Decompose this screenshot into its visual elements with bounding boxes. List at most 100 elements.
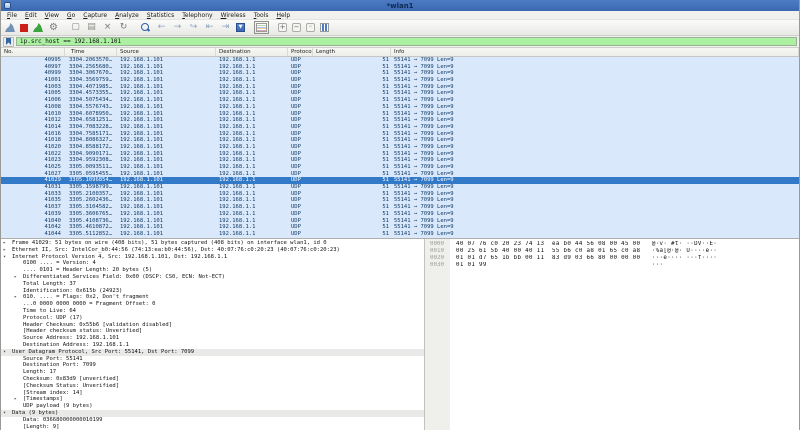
app-icon[interactable]: [4, 2, 11, 9]
filter-bookmark-button[interactable]: [3, 37, 14, 47]
menu-help[interactable]: Help: [272, 12, 294, 19]
detail-line[interactable]: ...0 0000 0000 0000 = Fragment Offset: 0: [1, 301, 424, 308]
packet-row[interactable]: 410353305.2602436…192.168.1.101192.168.1…: [1, 197, 799, 204]
detail-line[interactable]: ▾Internet Protocol Version 4, Src: 192.1…: [1, 254, 424, 261]
open-file-icon[interactable]: ▢: [70, 22, 81, 33]
find-packet-icon[interactable]: [140, 22, 151, 33]
packet-row[interactable]: 410373305.3104582…192.168.1.101192.168.1…: [1, 204, 799, 211]
detail-line[interactable]: Checksum: 0x83d9 [unverified]: [1, 376, 424, 383]
detail-line[interactable]: Source Address: 192.168.1.101: [1, 335, 424, 342]
close-file-icon[interactable]: ×: [102, 22, 113, 33]
packet-row[interactable]: 410423305.4610872…192.168.1.101192.168.1…: [1, 224, 799, 231]
column-header-time[interactable]: Time: [65, 48, 117, 56]
detail-line[interactable]: Header Checksum: 0x55b6 [validation disa…: [1, 322, 424, 329]
detail-line[interactable]: [Checksum Status: Unverified]: [1, 383, 424, 390]
detail-line[interactable]: ▸[Timestamps]: [1, 396, 424, 403]
detail-line[interactable]: Source Port: 55141: [1, 356, 424, 363]
menu-tools[interactable]: Tools: [250, 12, 273, 19]
packet-row[interactable]: 410103304.6078950…192.168.1.101192.168.1…: [1, 111, 799, 118]
menu-statistics[interactable]: Statistics: [143, 12, 178, 19]
packet-row[interactable]: 410083304.5576743…192.168.1.101192.168.1…: [1, 104, 799, 111]
menu-capture[interactable]: Capture: [79, 12, 111, 19]
detail-line[interactable]: ▸Frame 41029: 51 bytes on wire (408 bits…: [1, 240, 424, 247]
detail-line[interactable]: ▾Data (9 bytes): [1, 410, 424, 417]
detail-line[interactable]: ▸Differentiated Services Field: 0x00 (DS…: [1, 274, 424, 281]
packet-row[interactable]: 410143304.7083228…192.168.1.101192.168.1…: [1, 124, 799, 131]
menu-wireless[interactable]: Wireless: [217, 12, 250, 19]
zoom-original-icon[interactable]: ◦: [306, 23, 315, 32]
reload-icon[interactable]: ↻: [118, 22, 129, 33]
detail-line[interactable]: Protocol: UDP (17): [1, 315, 424, 322]
go-forward-icon[interactable]: →: [172, 22, 183, 33]
detail-line[interactable]: Length: 17: [1, 369, 424, 376]
last-packet-icon[interactable]: ⇥: [220, 22, 231, 33]
detail-line[interactable]: ▾User Datagram Protocol, Src Port: 55141…: [1, 349, 424, 356]
menu-go[interactable]: Go: [63, 12, 79, 19]
first-packet-icon[interactable]: ⇤: [204, 22, 215, 33]
stop-capture-icon[interactable]: [20, 24, 28, 32]
hex-line[interactable]: 40 07 76 c0 20 23 74 13 ea b0 44 56 08 0…: [456, 241, 799, 248]
packet-row[interactable]: 410393305.3606765…192.168.1.101192.168.1…: [1, 211, 799, 218]
resize-columns-icon[interactable]: [320, 23, 329, 32]
hex-line[interactable]: 01 01 d7 65 1b bb 00 11 83 d9 03 66 80 0…: [456, 255, 799, 262]
detail-line[interactable]: [Length: 9]: [1, 424, 424, 430]
menu-edit[interactable]: Edit: [21, 12, 41, 19]
column-header-source[interactable]: Source: [117, 48, 216, 56]
column-header-info[interactable]: Info: [391, 48, 799, 56]
column-header-destination[interactable]: Destination: [216, 48, 288, 56]
capture-options-icon[interactable]: ⚙: [48, 22, 59, 33]
expander-open-icon[interactable]: ▾: [3, 410, 6, 417]
detail-line[interactable]: Time to Live: 64: [1, 308, 424, 315]
hex-line[interactable]: 01 01 99 ···: [456, 262, 799, 269]
packet-row[interactable]: 409973304.2565680…192.168.1.101192.168.1…: [1, 64, 799, 71]
packet-row[interactable]: 409953304.2063570…192.168.1.101192.168.1…: [1, 57, 799, 64]
detail-line[interactable]: [Header checksum status: Unverified]: [1, 328, 424, 335]
detail-line[interactable]: 0100 .... = Version: 4: [1, 260, 424, 267]
save-file-icon[interactable]: ▤: [86, 22, 97, 33]
restart-capture-icon[interactable]: [33, 23, 43, 32]
detail-line[interactable]: Identification: 0x615b (24923): [1, 288, 424, 295]
menu-telephony[interactable]: Telephony: [178, 12, 216, 19]
column-header-protocol[interactable]: Protocol: [288, 48, 313, 56]
packet-row[interactable]: 410333305.2100357…192.168.1.101192.168.1…: [1, 191, 799, 198]
packet-row[interactable]: 410253305.0093511…192.168.1.101192.168.1…: [1, 164, 799, 171]
packet-row[interactable]: 410203304.8588172…192.168.1.101192.168.1…: [1, 144, 799, 151]
packet-row-selected[interactable]: 410293305.1096854…192.168.1.101192.168.1…: [1, 177, 799, 184]
zoom-out-icon[interactable]: −: [292, 23, 301, 32]
go-back-icon[interactable]: ←: [156, 22, 167, 33]
packet-row[interactable]: 410013304.3569759…192.168.1.101192.168.1…: [1, 77, 799, 84]
detail-line[interactable]: [Stream index: 14]: [1, 390, 424, 397]
expander-open-icon[interactable]: ▾: [3, 254, 6, 261]
packet-row[interactable]: 410123304.6581251…192.168.1.101192.168.1…: [1, 117, 799, 124]
detail-line[interactable]: ▸010. .... = Flags: 0x2, Don't fragment: [1, 294, 424, 301]
packet-row[interactable]: 410053304.4573355…192.168.1.101192.168.1…: [1, 90, 799, 97]
display-filter-input[interactable]: [16, 37, 797, 46]
packet-row[interactable]: 410443305.5112852…192.168.1.101192.168.1…: [1, 231, 799, 238]
expander-closed-icon[interactable]: ▸: [3, 247, 6, 254]
packet-row[interactable]: 410233304.9592308…192.168.1.101192.168.1…: [1, 157, 799, 164]
go-to-packet-icon[interactable]: ↪: [188, 22, 199, 33]
column-header-no[interactable]: No.: [1, 48, 65, 56]
hex-line[interactable]: 00 25 61 5b 40 00 40 11 55 b6 c0 a8 01 6…: [456, 248, 799, 255]
packet-row[interactable]: 409993304.3067670…192.168.1.101192.168.1…: [1, 70, 799, 77]
menu-analyze[interactable]: Analyze: [111, 12, 143, 19]
packet-row[interactable]: 410183304.8086327…192.168.1.101192.168.1…: [1, 137, 799, 144]
expander-closed-icon[interactable]: ▸: [14, 274, 17, 281]
packet-row[interactable]: 410063304.5075434…192.168.1.101192.168.1…: [1, 97, 799, 104]
detail-line[interactable]: UDP payload (9 bytes): [1, 403, 424, 410]
detail-line[interactable]: ▸Ethernet II, Src: IntelCor_b0:44:56 (74…: [1, 247, 424, 254]
packet-row[interactable]: 410163304.7585171…192.168.1.101192.168.1…: [1, 131, 799, 138]
auto-scroll-icon[interactable]: ▼: [236, 23, 245, 32]
menu-file[interactable]: File: [3, 12, 21, 19]
detail-line[interactable]: Destination Address: 192.168.1.1: [1, 342, 424, 349]
packet-row[interactable]: 410273305.0595455…192.168.1.101192.168.1…: [1, 171, 799, 178]
packet-row[interactable]: 410033304.4071985…192.168.1.101192.168.1…: [1, 84, 799, 91]
zoom-in-icon[interactable]: +: [278, 23, 287, 32]
detail-line[interactable]: Data: 036680000000010199: [1, 417, 424, 424]
expander-closed-icon[interactable]: ▸: [14, 294, 17, 301]
colorize-packets-icon[interactable]: [256, 23, 267, 32]
expander-closed-icon[interactable]: ▸: [14, 396, 17, 403]
packet-row[interactable]: 410313305.1598799…192.168.1.101192.168.1…: [1, 184, 799, 191]
packet-row[interactable]: 410223304.9090171…192.168.1.101192.168.1…: [1, 151, 799, 158]
column-header-length[interactable]: Length: [313, 48, 391, 56]
